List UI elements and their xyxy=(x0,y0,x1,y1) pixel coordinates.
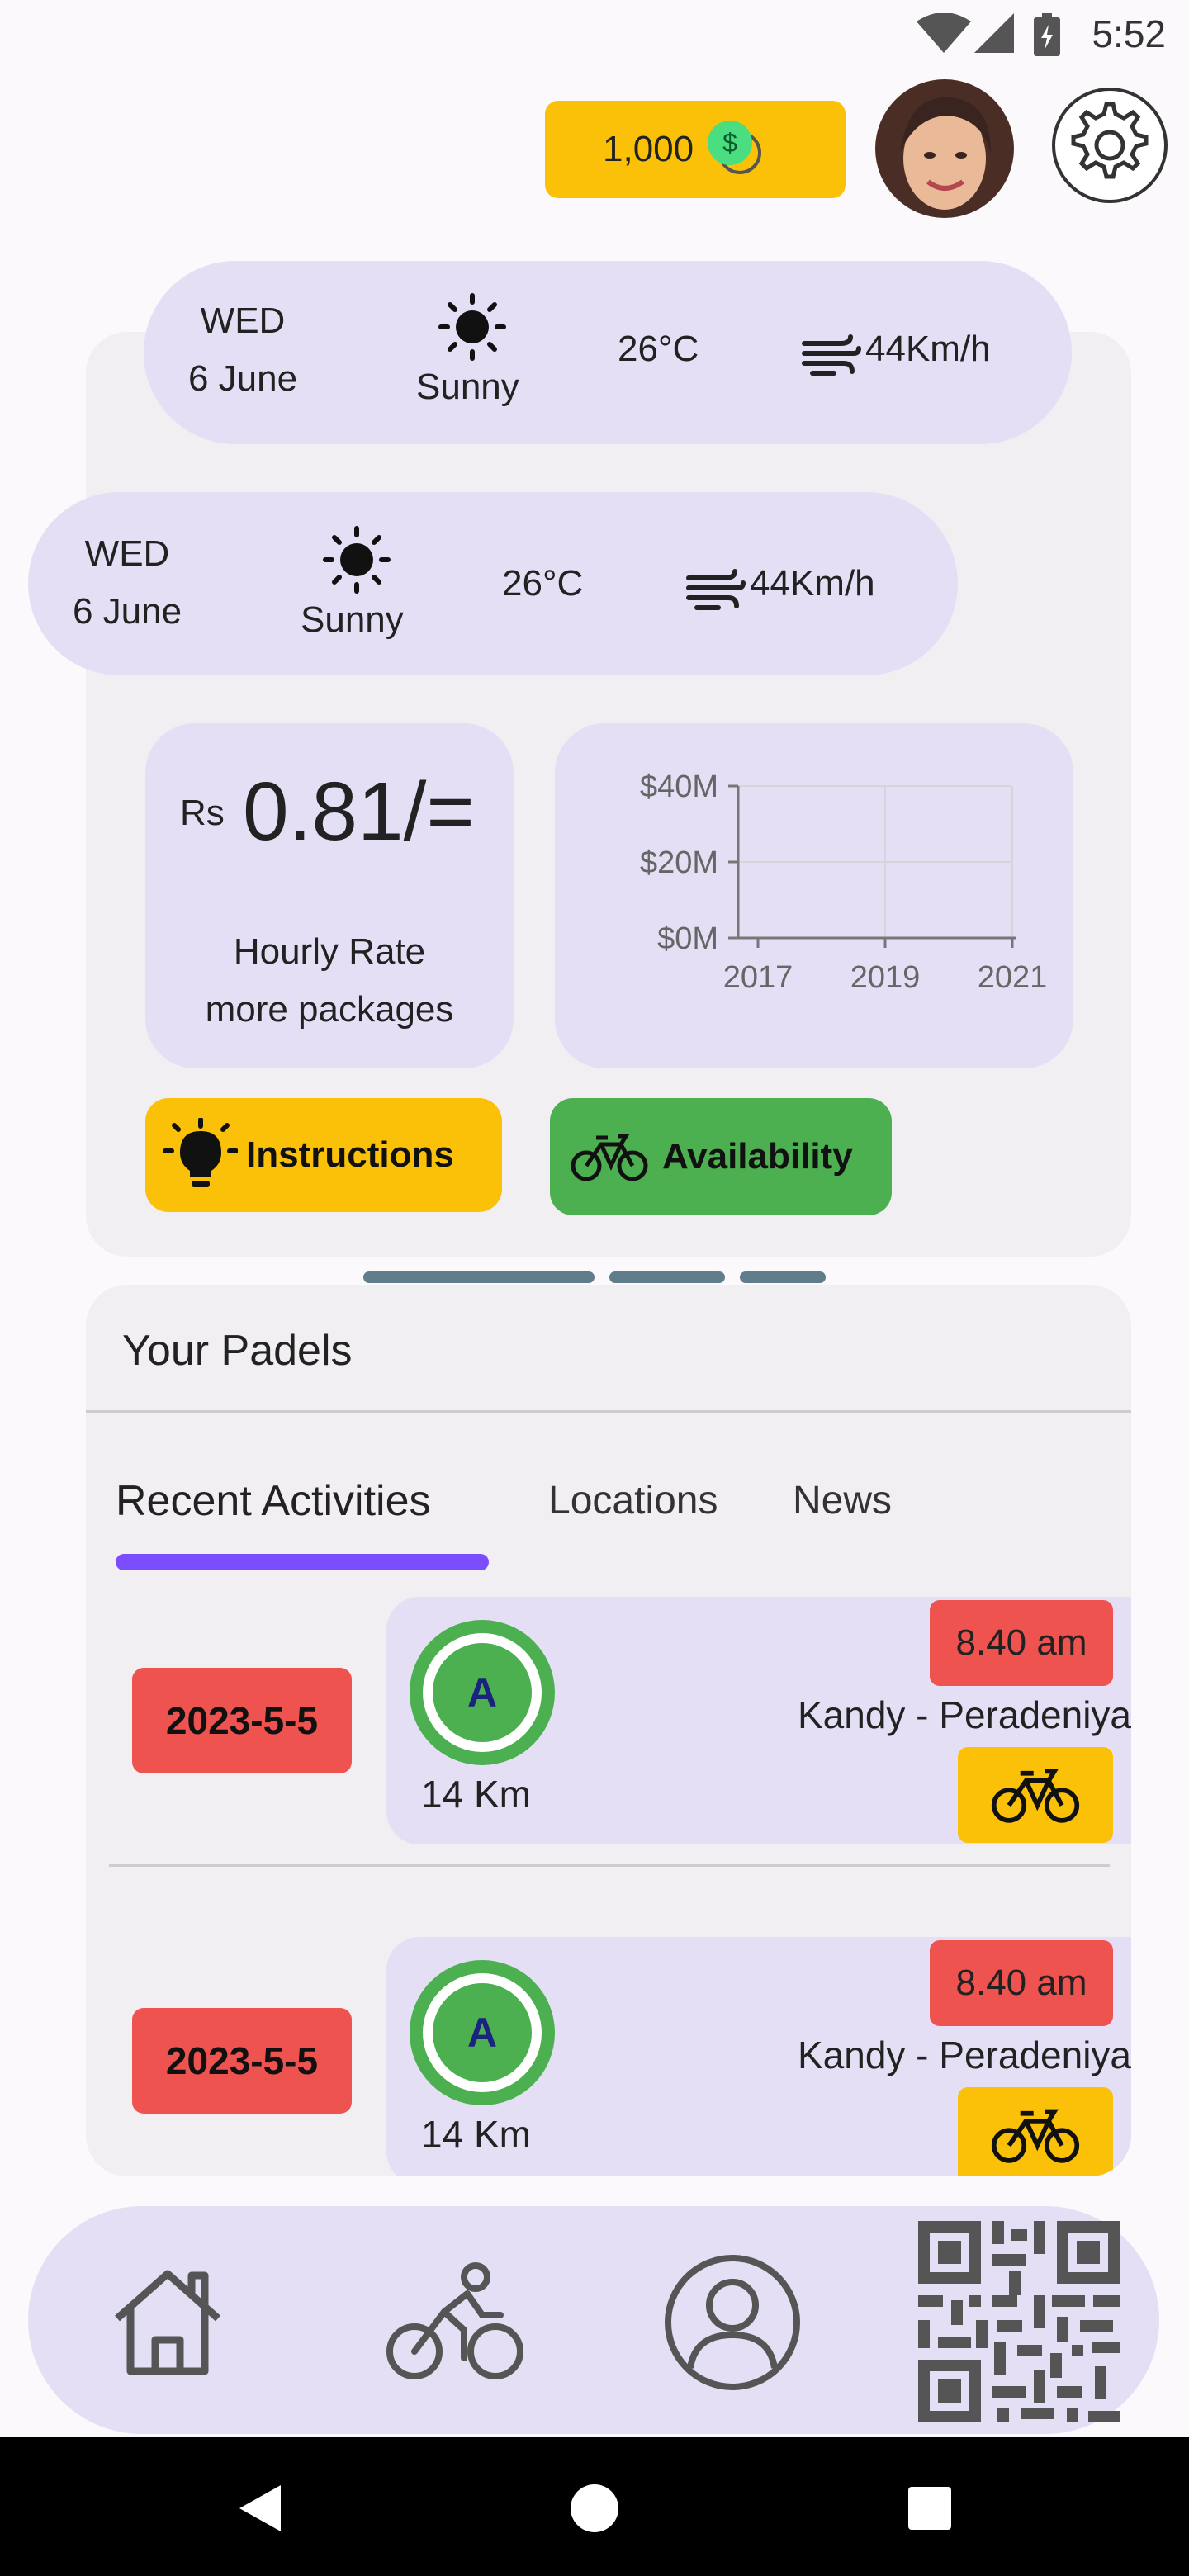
x-tick-label: 2017 xyxy=(723,960,793,995)
lightbulb-icon xyxy=(163,1118,238,1187)
availability-button-label: Availability xyxy=(662,1136,853,1177)
wind-icon xyxy=(802,334,861,376)
weather-temperature: 26°C xyxy=(502,563,584,604)
status-time: 5:52 xyxy=(1092,12,1166,55)
page-indicator-dot-active[interactable] xyxy=(363,1271,594,1283)
coin-symbol: $ xyxy=(722,128,737,158)
revenue-chart: $40M $20M $0M2017 2019 2021 xyxy=(640,769,1048,995)
weather-card[interactable]: WED 6 June Sunny 26°C 44Km/h xyxy=(28,492,958,675)
weather-wind: 44Km/h xyxy=(865,329,991,369)
wifi-icon xyxy=(917,13,971,53)
wind-icon xyxy=(686,569,746,610)
weather-condition: Sunny xyxy=(301,599,404,640)
route-badge: A xyxy=(410,1960,555,2105)
gear-icon[interactable] xyxy=(1049,84,1171,206)
coin-balance-button[interactable]: 1,000 $ xyxy=(545,101,846,198)
battery-icon xyxy=(1034,13,1060,56)
x-tick-label: 2019 xyxy=(850,960,921,995)
weather-wind: 44Km/h xyxy=(750,563,875,604)
y-tick-label: $20M xyxy=(640,845,718,880)
weather-day: WED xyxy=(84,533,170,574)
list-divider xyxy=(109,1864,1110,1867)
sun-icon xyxy=(323,526,391,594)
x-tick-label: 2021 xyxy=(978,960,1048,995)
weather-date: 6 June xyxy=(72,591,182,632)
qr-code-icon[interactable] xyxy=(918,2221,1120,2422)
activity-distance: 14 Km xyxy=(421,2113,531,2156)
profile-icon[interactable] xyxy=(662,2252,803,2393)
activity-route: Kandy - Peradeniya xyxy=(797,1693,1131,1736)
activity-time: 8.40 am xyxy=(930,1600,1113,1686)
bottom-navigation xyxy=(28,2206,1159,2434)
instructions-button[interactable]: Instructions xyxy=(145,1098,502,1212)
rate-sublabel: more packages xyxy=(205,989,454,1030)
route-badge-label: A xyxy=(433,1643,532,1742)
status-bar: 5:52 xyxy=(0,0,1189,69)
instructions-button-label: Instructions xyxy=(246,1134,454,1175)
weather-day: WED xyxy=(200,301,286,341)
page-indicator-dot[interactable] xyxy=(609,1271,725,1283)
back-icon[interactable] xyxy=(238,2484,282,2533)
tab-recent-activities[interactable]: Recent Activities xyxy=(116,1476,431,1526)
bicycle-icon xyxy=(991,1769,1080,1823)
activity-card[interactable]: A 14 Km 8.40 am Kandy - Peradeniya xyxy=(386,1597,1131,1844)
route-badge: A xyxy=(410,1620,555,1765)
avatar[interactable] xyxy=(875,79,1014,218)
rate-value: 0.81/= xyxy=(243,765,475,858)
weather-card[interactable]: WED 6 June Sunny 26°C 44Km/h xyxy=(144,261,1072,444)
activity-date: 2023-5-5 xyxy=(132,2008,352,2114)
cyclist-icon[interactable] xyxy=(385,2261,525,2384)
system-navigation-bar xyxy=(0,2437,1189,2576)
divider xyxy=(86,1410,1131,1413)
activity-date: 2023-5-5 xyxy=(132,1668,352,1773)
activity-time: 8.40 am xyxy=(930,1940,1113,2026)
y-tick-label: $0M xyxy=(657,921,718,956)
availability-button[interactable]: Availability xyxy=(550,1098,892,1215)
signal-icon xyxy=(974,13,1014,53)
bike-type-tag xyxy=(958,1747,1113,1843)
padels-section: Your Padels Recent Activities Locations … xyxy=(86,1285,1131,2176)
home-circle-icon[interactable] xyxy=(570,2484,619,2533)
hourly-rate-card[interactable]: Rs 0.81/= Hourly Rate more packages xyxy=(145,723,514,1068)
tab-indicator xyxy=(116,1554,489,1570)
section-title: Your Padels xyxy=(122,1327,353,1375)
coin-balance-value: 1,000 xyxy=(603,129,694,169)
tab-locations[interactable]: Locations xyxy=(548,1478,718,1523)
bicycle-icon xyxy=(991,2109,1080,2163)
home-icon[interactable] xyxy=(106,2261,230,2384)
sun-icon xyxy=(438,293,506,361)
activity-distance: 14 Km xyxy=(421,1773,531,1816)
weather-date: 6 June xyxy=(187,358,298,399)
tab-news[interactable]: News xyxy=(793,1478,892,1523)
rate-currency: Rs xyxy=(180,793,225,833)
route-badge-label: A xyxy=(433,1983,532,2082)
coin-icon: $ xyxy=(708,121,762,174)
recents-icon[interactable] xyxy=(907,2485,953,2531)
page-indicator-dot[interactable] xyxy=(740,1271,826,1283)
activity-route: Kandy - Peradeniya xyxy=(797,2034,1131,2076)
weather-condition: Sunny xyxy=(416,367,519,407)
bike-type-tag xyxy=(958,2087,1113,2176)
revenue-chart-card: $40M $20M $0M 2017 2019 2021 xyxy=(555,723,1073,1068)
weather-temperature: 26°C xyxy=(618,329,699,369)
bicycle-icon xyxy=(571,1134,648,1181)
page-indicator xyxy=(363,1271,834,1283)
rate-label: Hourly Rate xyxy=(233,931,426,972)
activity-card[interactable]: A 14 Km 8.40 am Kandy - Peradeniya xyxy=(386,1937,1131,2176)
y-tick-label: $40M xyxy=(640,769,718,804)
